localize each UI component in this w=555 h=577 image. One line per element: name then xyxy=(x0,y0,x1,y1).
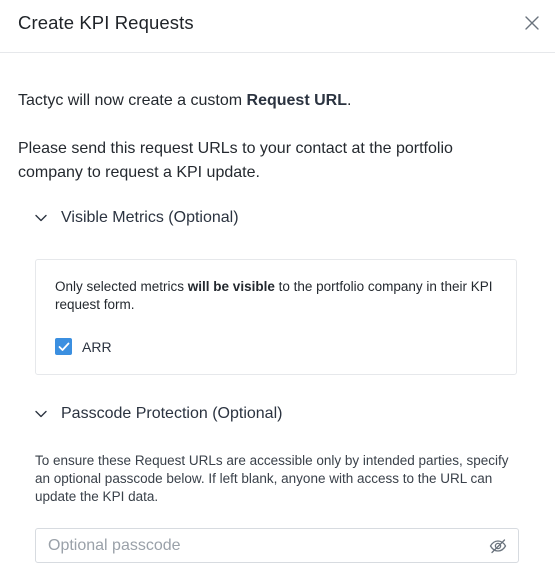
eye-off-icon xyxy=(489,539,507,554)
create-kpi-requests-modal: Create KPI Requests Tactyc will now crea… xyxy=(0,0,555,577)
checkbox-checked[interactable] xyxy=(55,338,72,355)
passcode-protection-toggle[interactable]: Passcode Protection (Optional) xyxy=(34,402,282,426)
intro-suffix: . xyxy=(346,92,352,109)
close-icon xyxy=(525,16,539,30)
visible-metrics-panel: Only selected metrics will be visible to… xyxy=(35,259,517,375)
modal-title: Create KPI Requests xyxy=(18,12,194,33)
chevron-down-icon xyxy=(34,407,48,421)
visible-metrics-note: Only selected metrics will be visible to… xyxy=(55,278,505,314)
send-instructions: Please send this request URLs to your co… xyxy=(18,140,453,181)
metric-checkbox-arr[interactable]: ARR xyxy=(55,338,112,355)
visible-metrics-label: Visible Metrics (Optional) xyxy=(61,209,239,226)
intro-text: Tactyc will now create a custom Request … xyxy=(18,89,351,113)
modal-header: Create KPI Requests xyxy=(0,0,555,53)
intro-prefix: Tactyc will now create a custom xyxy=(18,92,247,109)
visible-metrics-toggle[interactable]: Visible Metrics (Optional) xyxy=(34,206,239,230)
visible-metrics-note-prefix: Only selected metrics xyxy=(55,279,188,294)
intro-emphasis: Request URL xyxy=(246,92,347,109)
passcode-field xyxy=(35,528,519,563)
toggle-passcode-visibility-button[interactable] xyxy=(489,537,507,555)
metric-label-arr: ARR xyxy=(82,338,112,355)
passcode-note: To ensure these Request URLs are accessi… xyxy=(35,453,509,504)
passcode-protection-label: Passcode Protection (Optional) xyxy=(61,405,283,422)
chevron-down-icon xyxy=(34,211,48,225)
visible-metrics-note-emphasis: will be visible xyxy=(187,279,275,294)
passcode-input[interactable] xyxy=(48,529,478,562)
close-button[interactable] xyxy=(523,14,541,32)
check-icon xyxy=(58,342,69,351)
